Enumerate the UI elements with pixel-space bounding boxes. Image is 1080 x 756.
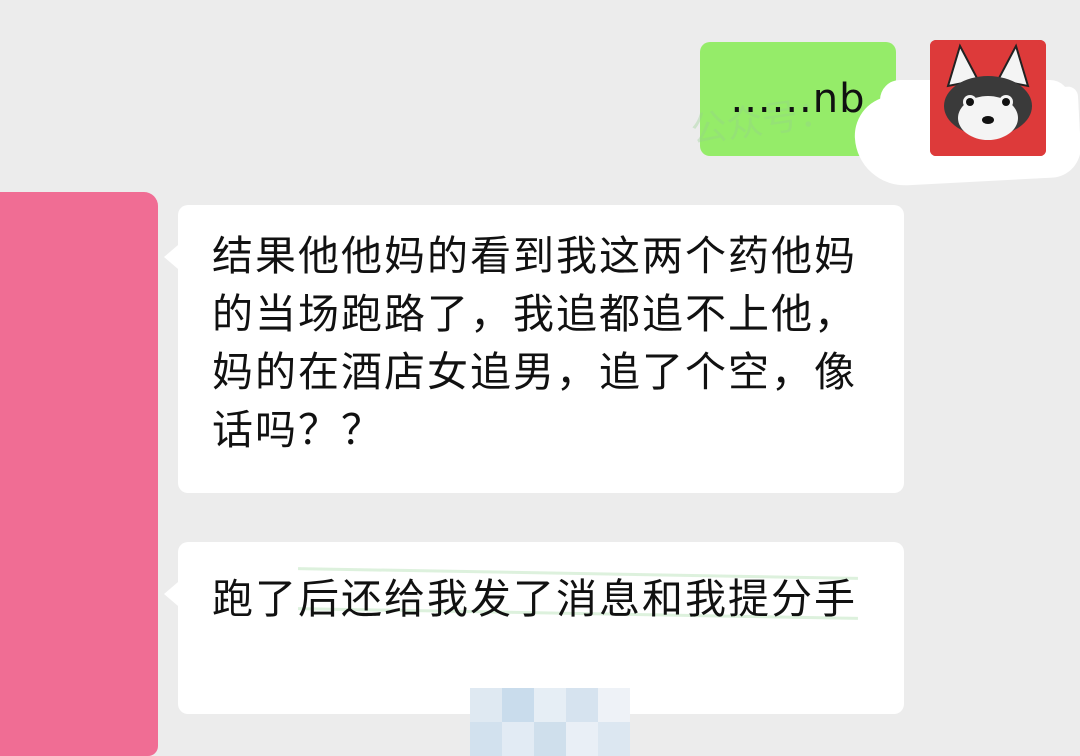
message-text: 跑了后还给我发了消息和我提分手 <box>212 575 857 623</box>
message-text: 结果他他妈的看到我这两个药他妈的当场跑路了，我追都追不上他，妈的在酒店女追男，追… <box>212 232 857 454</box>
mosaic-censor <box>470 688 630 756</box>
message-text: ......nb <box>730 76 866 122</box>
censored-avatar <box>0 192 158 756</box>
husky-avatar-icon <box>930 40 1046 156</box>
chat-area: ......nb 公众号： 结果他他妈的看到我这两个药他妈的当场跑路了，我追都追… <box>0 0 1080 756</box>
husky-avatar-icon[interactable] <box>930 40 1046 156</box>
message-bubble-received[interactable]: 结果他他妈的看到我这两个药他妈的当场跑路了，我追都追不上他，妈的在酒店女追男，追… <box>164 205 904 493</box>
